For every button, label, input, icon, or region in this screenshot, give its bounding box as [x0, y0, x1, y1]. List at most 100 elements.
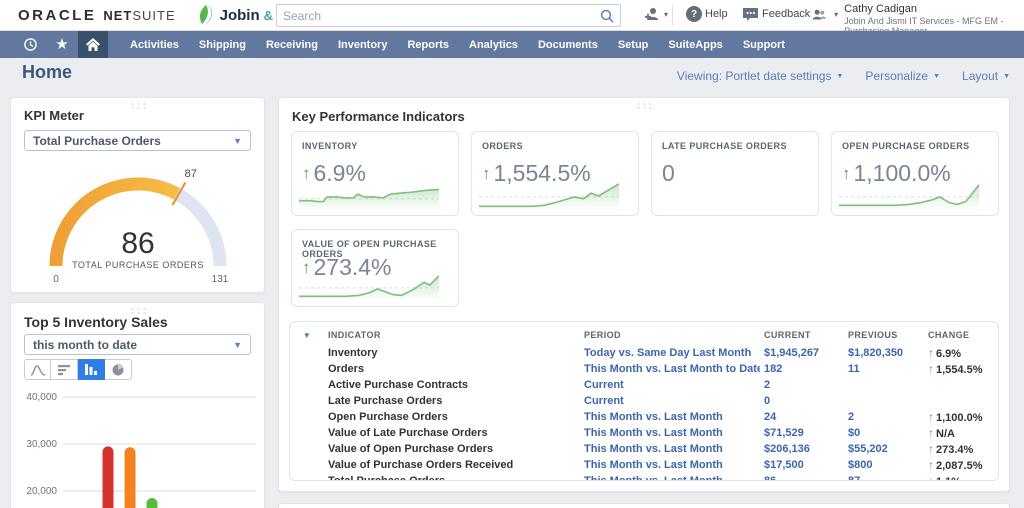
hbar-chart-button[interactable]: [51, 359, 78, 380]
drag-handle-icon[interactable]: [636, 102, 653, 109]
oracle-netsuite-logo[interactable]: ORACLE NET SUITE: [18, 7, 176, 24]
cell-change: ↑6.9%: [924, 345, 990, 361]
collapse-caret-icon[interactable]: ▼: [303, 331, 311, 340]
kpi-tile-value-open-purchase-orders[interactable]: VALUE OF OPEN PURCHASE ORDERS ↑273.4%: [291, 229, 459, 307]
cell-period[interactable]: Today vs. Same Day Last Month: [580, 345, 760, 361]
chevron-down-icon: ▼: [933, 73, 940, 80]
cell-change: ↑273.4%: [924, 441, 990, 457]
cell-period[interactable]: This Month vs. Last Month: [580, 441, 760, 457]
kpi-table-container: ▼ INDICATOR PERIOD CURRENT PREVIOUS CHAN…: [289, 321, 999, 481]
nav-activities[interactable]: Activities: [120, 31, 189, 58]
nav-reports[interactable]: Reports: [397, 31, 459, 58]
recent-records-icon[interactable]: [14, 31, 46, 58]
trend-icon: ↑: [928, 362, 934, 376]
search-input[interactable]: [277, 9, 600, 23]
cell-current[interactable]: 86: [760, 473, 844, 481]
trend-icon: ↑: [928, 410, 934, 424]
feedback-icon: [742, 6, 759, 22]
trend-up-icon: ↑: [482, 164, 491, 184]
cell-previous[interactable]: [844, 377, 924, 393]
bar[interactable]: [125, 447, 136, 508]
search-icon[interactable]: [600, 9, 614, 23]
personalize-dropdown[interactable]: Personalize ▼: [865, 69, 940, 83]
feedback-button[interactable]: Feedback: [742, 6, 810, 22]
pie-chart-icon: [111, 363, 125, 377]
top5-inventory-sales-portlet: Top 5 Inventory Sales this month to date…: [10, 302, 265, 508]
nav-inventory[interactable]: Inventory: [328, 31, 398, 58]
cell-indicator: Late Purchase Orders: [324, 393, 580, 409]
cell-previous[interactable]: 2: [844, 409, 924, 425]
global-search[interactable]: [276, 4, 621, 27]
cell-period[interactable]: This Month vs. Last Month to Date: [580, 361, 760, 377]
cell-current[interactable]: 0: [760, 393, 844, 409]
chevron-down-icon: ▼: [1003, 73, 1010, 80]
shortcuts-star-icon[interactable]: ★: [46, 31, 78, 58]
top5-period-select[interactable]: this month to date ▼: [24, 334, 251, 355]
cell-period[interactable]: This Month vs. Last Month: [580, 425, 760, 441]
vbar-chart-icon: [84, 363, 98, 376]
hbar-chart-icon: [57, 364, 71, 376]
cell-change: [924, 377, 990, 393]
drag-handle-icon[interactable]: [129, 307, 146, 314]
kpi-portlet: Key Performance Indicators INVENTORY ↑6.…: [278, 97, 1010, 492]
cell-indicator: Orders: [324, 361, 580, 377]
cell-current[interactable]: $17,500: [760, 457, 844, 473]
cell-current[interactable]: 2: [760, 377, 844, 393]
table-row: Inventory Today vs. Same Day Last Month …: [290, 345, 990, 361]
cell-previous[interactable]: $0: [844, 425, 924, 441]
cell-previous[interactable]: 11: [844, 361, 924, 377]
col-current: CURRENT: [760, 326, 844, 345]
trend-icon: ↓: [928, 474, 934, 481]
create-new-icon: [644, 6, 661, 23]
nav-documents[interactable]: Documents: [528, 31, 608, 58]
drag-handle-icon[interactable]: [129, 102, 146, 109]
cell-period[interactable]: This Month vs. Last Month: [580, 457, 760, 473]
cell-indicator: Total Purchase Orders: [324, 473, 580, 481]
cell-period[interactable]: This Month vs. Last Month: [580, 409, 760, 425]
cell-current[interactable]: 24: [760, 409, 844, 425]
kpi-meter-select[interactable]: Total Purchase Orders ▼: [24, 130, 251, 151]
quick-add-menu[interactable]: ▾: [644, 6, 668, 23]
cell-period[interactable]: Current: [580, 377, 760, 393]
layout-dropdown[interactable]: Layout ▼: [962, 69, 1010, 83]
nav-analytics[interactable]: Analytics: [459, 31, 528, 58]
table-row: Orders This Month vs. Last Month to Date…: [290, 361, 990, 377]
bar[interactable]: [103, 446, 114, 508]
cell-current[interactable]: $71,529: [760, 425, 844, 441]
vbar-chart-button[interactable]: [78, 359, 105, 380]
table-header-row: ▼ INDICATOR PERIOD CURRENT PREVIOUS CHAN…: [290, 326, 990, 345]
gauge-max: 131: [212, 274, 229, 285]
viewing-label: Viewing: Portlet date settings: [677, 69, 832, 83]
nav-suiteapps[interactable]: SuiteApps: [658, 31, 732, 58]
chevron-down-icon: ▾: [834, 11, 838, 19]
area-chart-button[interactable]: [24, 359, 51, 380]
home-tab[interactable]: [78, 31, 108, 58]
col-previous: PREVIOUS: [844, 326, 924, 345]
cell-current[interactable]: $206,136: [760, 441, 844, 457]
nav-receiving[interactable]: Receiving: [256, 31, 328, 58]
cell-previous[interactable]: [844, 393, 924, 409]
pie-chart-button[interactable]: [105, 359, 132, 380]
cell-period[interactable]: Current: [580, 393, 760, 409]
cell-previous[interactable]: $55,202: [844, 441, 924, 457]
nav-support[interactable]: Support: [733, 31, 795, 58]
kpi-tile-open-purchase-orders[interactable]: OPEN PURCHASE ORDERS ↑1,100.0%: [831, 131, 999, 216]
cell-previous[interactable]: $1,820,350: [844, 345, 924, 361]
kpi-tile-inventory[interactable]: INVENTORY ↑6.9%: [291, 131, 459, 216]
kpi-tile-orders[interactable]: ORDERS ↑1,554.5%: [471, 131, 639, 216]
help-button[interactable]: ? Help: [686, 6, 728, 22]
cell-previous[interactable]: 87: [844, 473, 924, 481]
cell-current[interactable]: 182: [760, 361, 844, 377]
cell-current[interactable]: $1,945,267: [760, 345, 844, 361]
viewing-settings-dropdown[interactable]: Viewing: Portlet date settings ▼: [677, 69, 843, 83]
nav-setup[interactable]: Setup: [608, 31, 659, 58]
cell-change: ↑2,087.5%: [924, 457, 990, 473]
main-navbar: ★ Activities Shipping Receiving Inventor…: [0, 31, 1024, 58]
bar[interactable]: [147, 498, 158, 508]
nav-shipping[interactable]: Shipping: [189, 31, 256, 58]
kpi-tiles-row: INVENTORY ↑6.9% ORDERS ↑1,554.5% LATE: [291, 131, 999, 216]
kpi-tile-late-purchase-orders[interactable]: LATE PURCHASE ORDERS 0: [651, 131, 819, 216]
cell-period[interactable]: This Month vs. Last Month: [580, 473, 760, 481]
cell-indicator: Active Purchase Contracts: [324, 377, 580, 393]
cell-previous[interactable]: $800: [844, 457, 924, 473]
